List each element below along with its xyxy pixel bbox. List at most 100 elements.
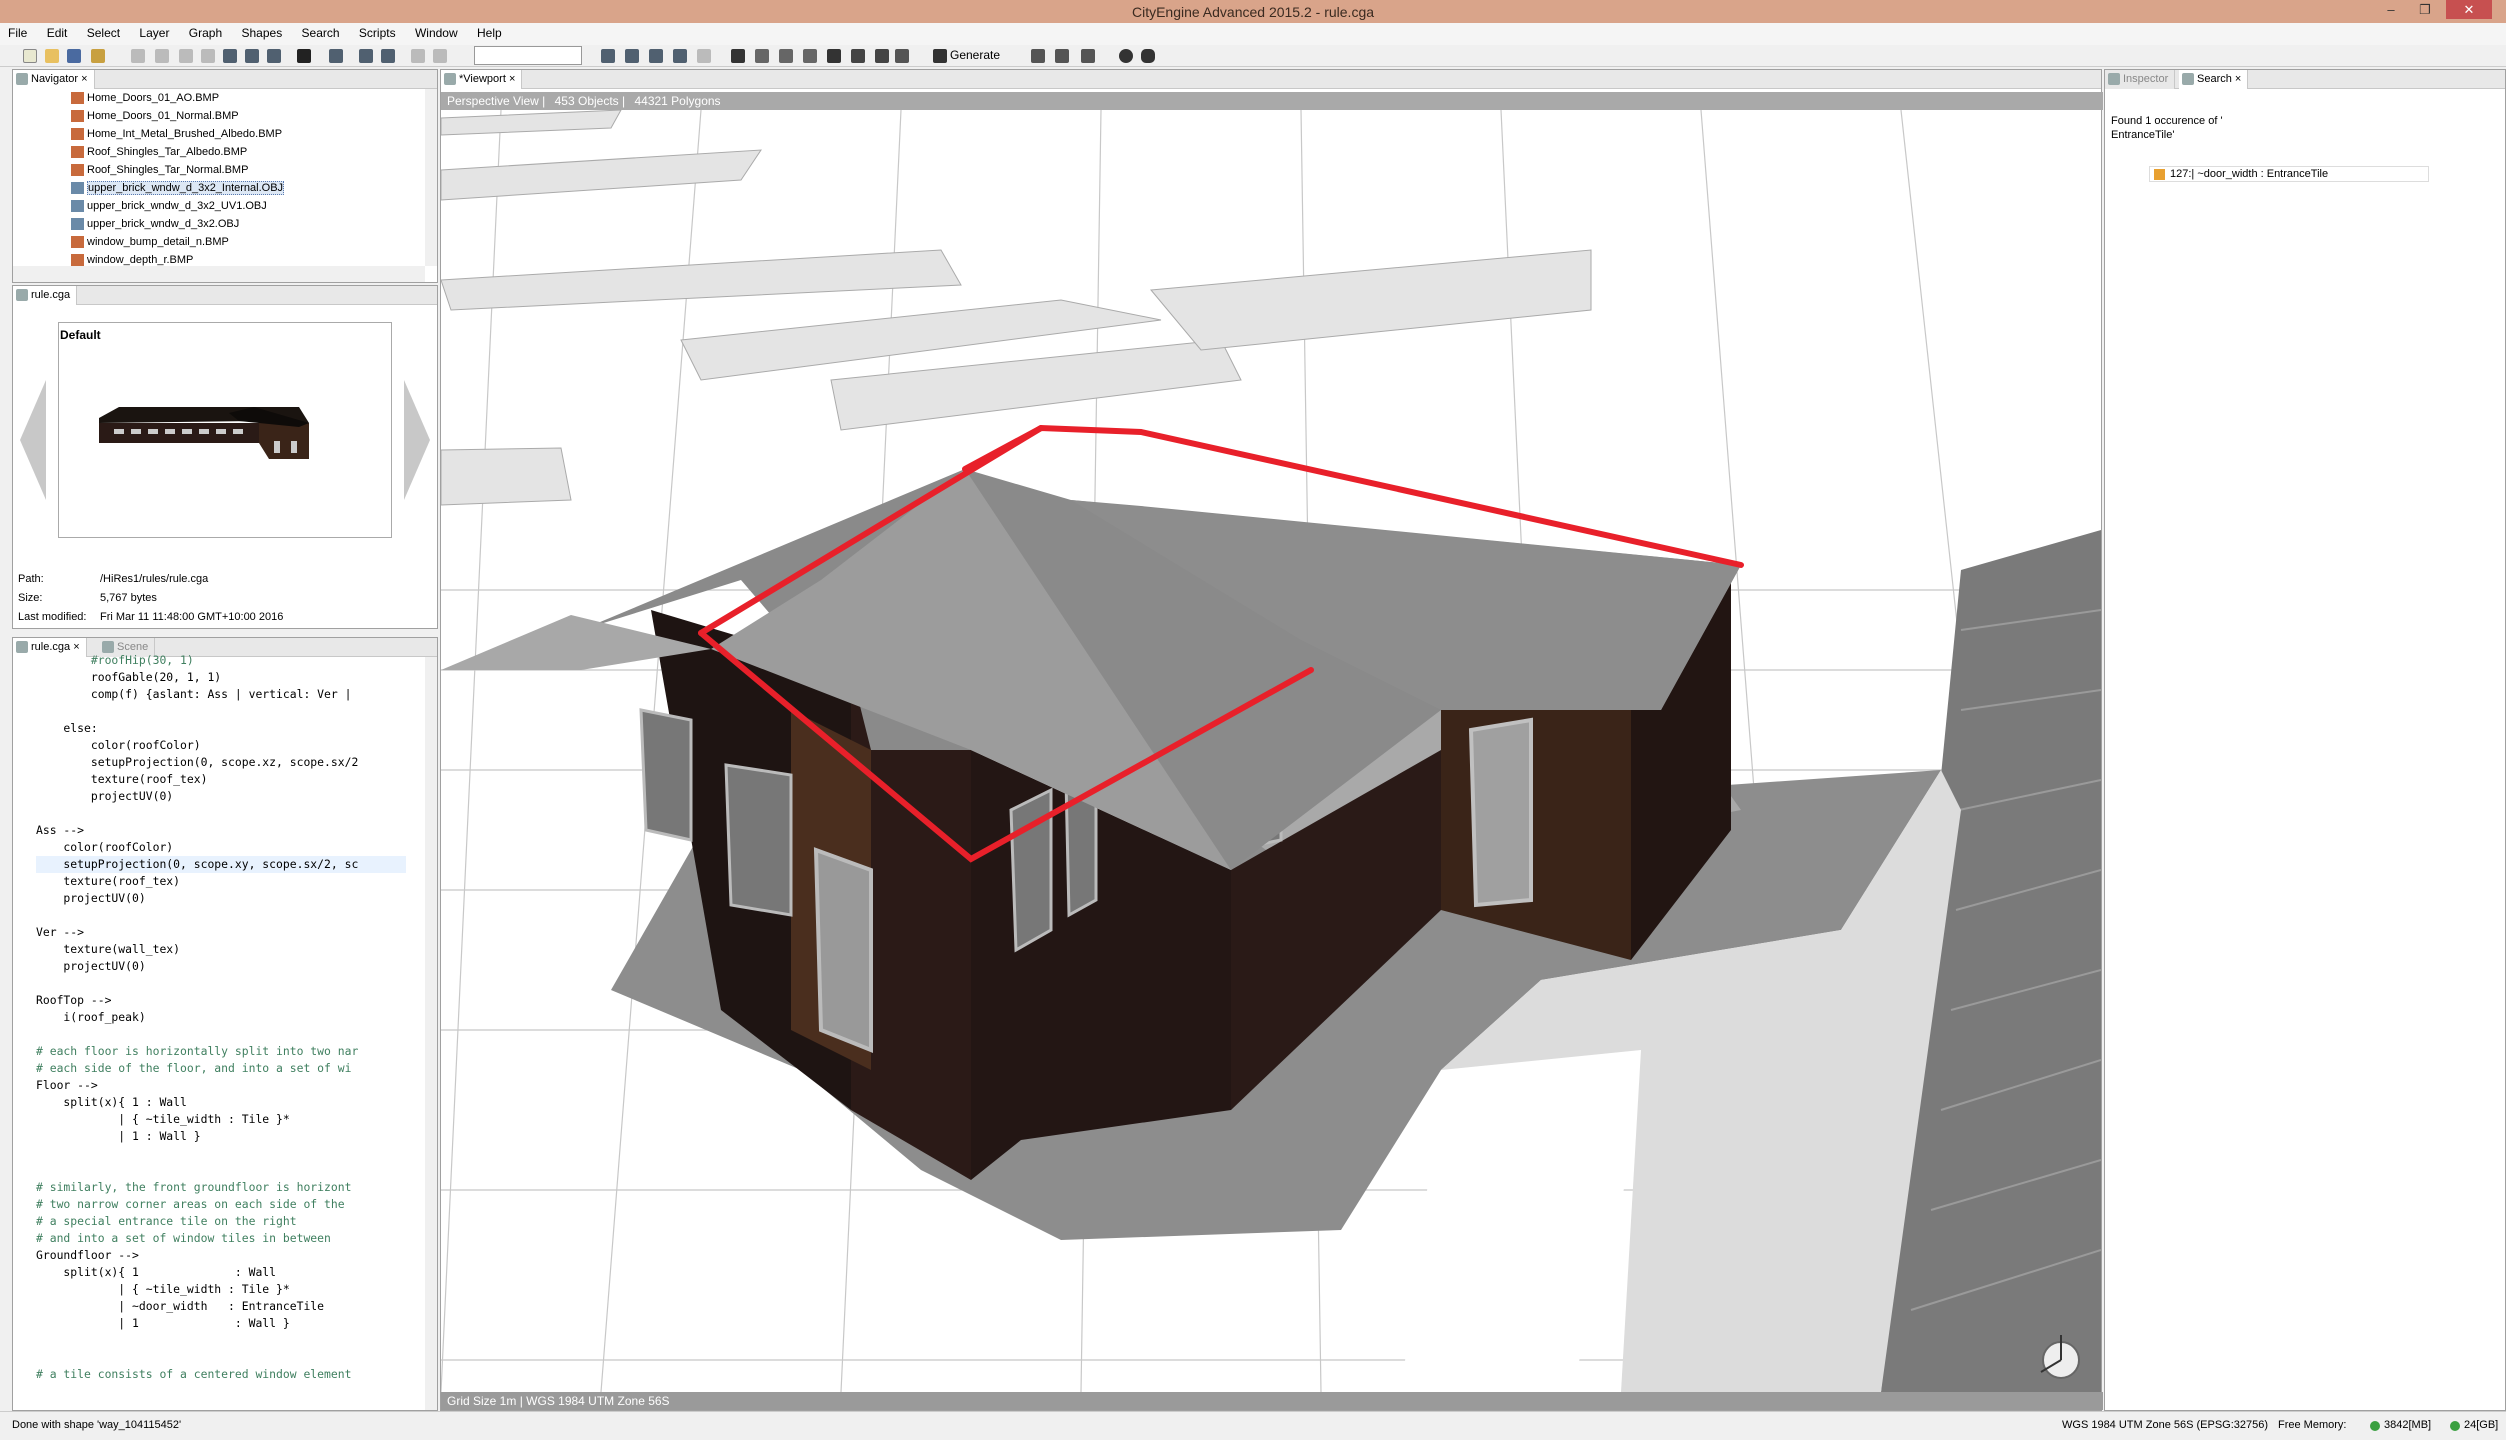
cube-grid-icon[interactable] bbox=[778, 48, 794, 64]
frame-icon[interactable] bbox=[380, 48, 396, 64]
terrain-icon[interactable] bbox=[648, 48, 664, 64]
code-line[interactable]: # and into a set of window tiles in betw… bbox=[36, 1230, 406, 1247]
menu-shapes[interactable]: Shapes bbox=[234, 23, 291, 43]
tab-navigator[interactable]: Navigator × bbox=[13, 70, 95, 89]
editor-scrollbar[interactable] bbox=[425, 657, 437, 1410]
street-tool-icon[interactable] bbox=[358, 48, 374, 64]
list-item[interactable]: upper_brick_wndw_d_3x2_UV1.OBJ bbox=[13, 197, 425, 215]
close-button[interactable]: ✕ bbox=[2446, 0, 2492, 19]
save-icon[interactable] bbox=[66, 48, 82, 64]
cloud-icon[interactable] bbox=[1140, 48, 1156, 64]
code-line[interactable] bbox=[36, 1332, 406, 1349]
code-line[interactable] bbox=[36, 1026, 406, 1043]
code-line[interactable]: color(roofColor) bbox=[36, 839, 406, 856]
code-line[interactable]: # similarly, the front groundfloor is ho… bbox=[36, 1179, 406, 1196]
scene-3d-view[interactable] bbox=[441, 110, 2101, 1392]
code-line[interactable]: roofGable(20, 1, 1) bbox=[36, 669, 406, 686]
code-editor[interactable]: #roofHip(30, 1) roofGable(20, 1, 1) comp… bbox=[36, 652, 406, 1392]
tab-viewport[interactable]: *Viewport × bbox=[441, 70, 523, 89]
code-line[interactable] bbox=[36, 907, 406, 924]
open-folder-icon[interactable] bbox=[44, 48, 60, 64]
cube-small-icon[interactable] bbox=[802, 48, 818, 64]
code-line[interactable]: projectUV(0) bbox=[36, 788, 406, 805]
list-item[interactable]: Roof_Shingles_Tar_Normal.BMP bbox=[13, 161, 425, 179]
delete-icon[interactable] bbox=[200, 48, 216, 64]
generate-button[interactable]: Generate bbox=[950, 48, 1000, 62]
code-line[interactable]: | 1 : Wall } bbox=[36, 1315, 406, 1332]
redo-icon[interactable] bbox=[432, 48, 448, 64]
code-line[interactable] bbox=[36, 805, 406, 822]
list-item-selected[interactable]: upper_brick_wndw_d_3x2_Internal.OBJ bbox=[13, 179, 425, 197]
update3-icon[interactable] bbox=[1080, 48, 1096, 64]
list-item[interactable]: Roof_Shingles_Tar_Albedo.BMP bbox=[13, 143, 425, 161]
scale-icon[interactable] bbox=[266, 48, 282, 64]
code-line[interactable]: comp(f) {aslant: Ass | vertical: Ver | bbox=[36, 686, 406, 703]
edit-shape-icon[interactable] bbox=[600, 48, 616, 64]
copy-icon[interactable] bbox=[154, 48, 170, 64]
code-line[interactable] bbox=[36, 975, 406, 992]
search-result-item[interactable]: 127:| ~door_width : EntranceTile bbox=[2149, 166, 2429, 182]
list-item[interactable]: Home_Int_Metal_Brushed_Albedo.BMP bbox=[13, 125, 425, 143]
wand-icon[interactable] bbox=[90, 48, 106, 64]
code-line[interactable]: texture(wall_tex) bbox=[36, 941, 406, 958]
tab-search[interactable]: Search × bbox=[2179, 70, 2249, 89]
previous-style-arrow[interactable] bbox=[20, 380, 46, 500]
code-line[interactable] bbox=[36, 1349, 406, 1366]
minimize-button[interactable]: – bbox=[2376, 0, 2406, 19]
layer-icon[interactable] bbox=[672, 48, 688, 64]
code-line[interactable]: # each side of the floor, and into a set… bbox=[36, 1060, 406, 1077]
cube-outline-icon[interactable] bbox=[754, 48, 770, 64]
tab-inspector[interactable]: Inspector bbox=[2105, 70, 2176, 89]
update2-icon[interactable] bbox=[1054, 48, 1070, 64]
code-line[interactable]: else: bbox=[36, 720, 406, 737]
hatch-icon[interactable] bbox=[850, 48, 866, 64]
code-line[interactable] bbox=[36, 1145, 406, 1162]
menu-file[interactable]: File bbox=[0, 23, 35, 43]
code-line[interactable]: Groundfloor --> bbox=[36, 1247, 406, 1264]
code-line[interactable]: #roofHip(30, 1) bbox=[36, 652, 406, 669]
code-line[interactable]: # each floor is horizontally split into … bbox=[36, 1043, 406, 1060]
code-line[interactable]: Floor --> bbox=[36, 1077, 406, 1094]
menu-scripts[interactable]: Scripts bbox=[351, 23, 404, 43]
cube-icon[interactable] bbox=[730, 48, 746, 64]
code-line[interactable]: Ver --> bbox=[36, 924, 406, 941]
undo-icon[interactable] bbox=[410, 48, 426, 64]
paste-icon[interactable] bbox=[178, 48, 194, 64]
new-file-icon[interactable] bbox=[22, 48, 38, 64]
code-line[interactable]: Ass --> bbox=[36, 822, 406, 839]
code-line[interactable]: RoofTop --> bbox=[36, 992, 406, 1009]
code-line[interactable]: texture(roof_tex) bbox=[36, 771, 406, 788]
menu-select[interactable]: Select bbox=[79, 23, 128, 43]
code-line[interactable]: projectUV(0) bbox=[36, 890, 406, 907]
menu-search[interactable]: Search bbox=[294, 23, 348, 43]
update-icon[interactable] bbox=[1030, 48, 1046, 64]
hatch2-icon[interactable] bbox=[874, 48, 890, 64]
list-item[interactable]: window_depth_r.BMP bbox=[13, 251, 425, 266]
navigator-scrollbar[interactable] bbox=[425, 89, 437, 266]
list-item[interactable]: upper_brick_wndw_d_3x2.OBJ bbox=[13, 215, 425, 233]
polygon-tool-icon[interactable] bbox=[328, 48, 344, 64]
list-item[interactable]: window_bump_detail_n.BMP bbox=[13, 233, 425, 251]
move-icon[interactable] bbox=[222, 48, 238, 64]
cut-icon[interactable] bbox=[130, 48, 146, 64]
restore-button[interactable]: ❐ bbox=[2410, 0, 2440, 19]
tab-rule-preview[interactable]: rule.cga bbox=[13, 286, 78, 305]
navigator-hscrollbar[interactable] bbox=[13, 266, 425, 282]
menu-edit[interactable]: Edit bbox=[39, 23, 76, 43]
shapes-icon[interactable] bbox=[894, 48, 910, 64]
list-item[interactable]: Home_Doors_01_Normal.BMP bbox=[13, 107, 425, 125]
code-line[interactable]: projectUV(0) bbox=[36, 958, 406, 975]
code-line[interactable] bbox=[36, 1162, 406, 1179]
grid-icon[interactable] bbox=[826, 48, 842, 64]
menu-window[interactable]: Window bbox=[407, 23, 466, 43]
code-line[interactable]: # a tile consists of a centered window e… bbox=[36, 1366, 406, 1383]
code-line[interactable]: split(x){ 1 : Wall bbox=[36, 1264, 406, 1281]
toolbar-search-input[interactable] bbox=[474, 46, 582, 65]
code-line[interactable]: texture(roof_tex) bbox=[36, 873, 406, 890]
code-line[interactable]: | ~door_width : EntranceTile bbox=[36, 1298, 406, 1315]
code-line[interactable]: setupProjection(0, scope.xz, scope.sx/2 bbox=[36, 754, 406, 771]
code-line[interactable]: i(roof_peak) bbox=[36, 1009, 406, 1026]
subdivide-icon[interactable] bbox=[696, 48, 712, 64]
select-tool-icon[interactable] bbox=[296, 48, 312, 64]
code-line[interactable]: | 1 : Wall } bbox=[36, 1128, 406, 1145]
